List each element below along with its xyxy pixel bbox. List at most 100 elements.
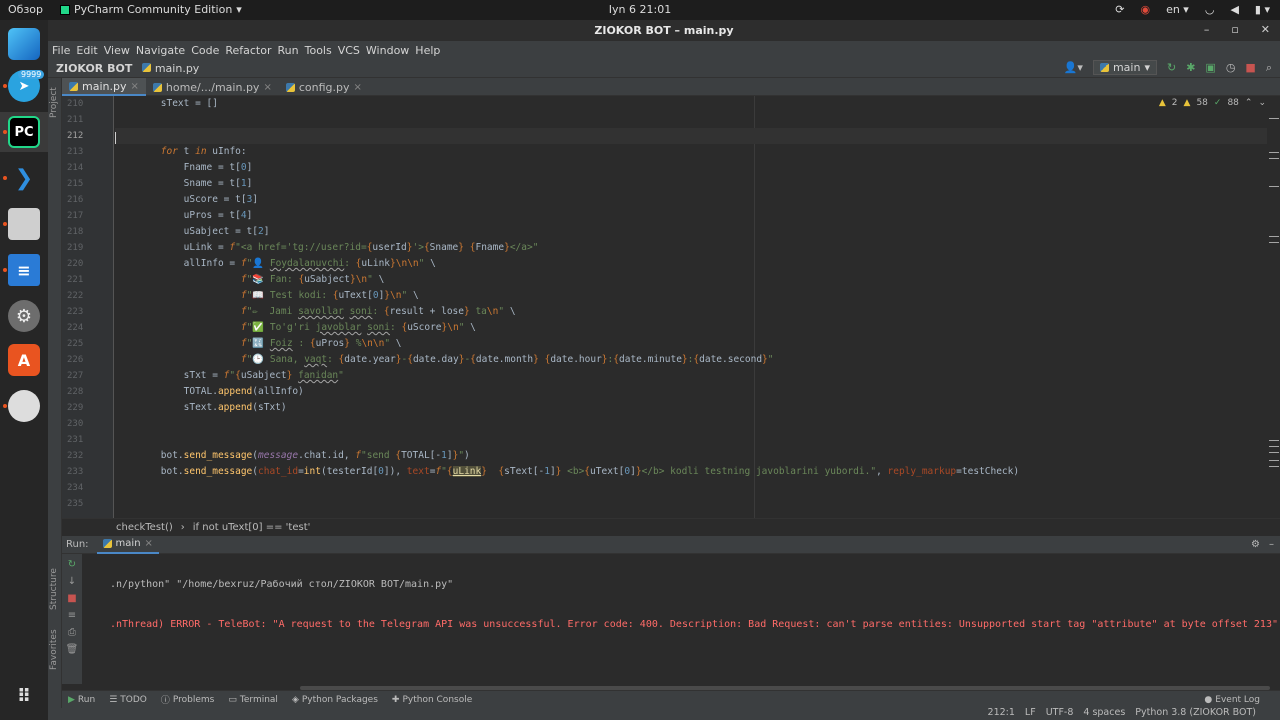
user-icon[interactable]: 👤▾ bbox=[1064, 61, 1083, 74]
project-tool-tab[interactable]: Project bbox=[49, 87, 59, 118]
battery-icon[interactable]: ▮ ▾ bbox=[1255, 3, 1270, 16]
favorites-tool-tab[interactable]: Favorites bbox=[49, 629, 59, 670]
tool-tab-python-packages[interactable]: ◈ Python Packages bbox=[292, 695, 378, 705]
menu-refactor[interactable]: Refactor bbox=[225, 44, 271, 57]
nav-project[interactable]: ZIOKOR BOT bbox=[56, 62, 132, 75]
menu-edit[interactable]: Edit bbox=[76, 44, 97, 57]
menu-help[interactable]: Help bbox=[415, 44, 440, 57]
menu-run[interactable]: Run bbox=[278, 44, 299, 57]
cube-app-icon[interactable] bbox=[8, 28, 40, 60]
structure-tool-tab[interactable]: Structure bbox=[49, 568, 59, 610]
run-tab-main[interactable]: main × bbox=[96, 536, 159, 554]
soft-wrap-icon[interactable]: ≡ bbox=[68, 609, 76, 623]
chevron-up-icon[interactable]: ⌃ bbox=[1245, 98, 1253, 108]
software-icon[interactable]: A bbox=[8, 344, 40, 376]
menu-code[interactable]: Code bbox=[191, 44, 219, 57]
rerun-icon[interactable]: ↻ bbox=[1167, 61, 1176, 74]
disc-icon[interactable] bbox=[8, 390, 40, 422]
stripe-marker[interactable] bbox=[1269, 158, 1279, 159]
breadcrumb-if[interactable]: if not uText[0] == 'test' bbox=[193, 522, 311, 533]
indent-setting[interactable]: 4 spaces bbox=[1083, 707, 1125, 718]
event-log-button[interactable]: ● Event Log bbox=[1204, 695, 1260, 705]
maximize-button[interactable]: ▫ bbox=[1231, 23, 1238, 36]
files-icon[interactable] bbox=[8, 208, 40, 240]
trash-icon[interactable]: 🗑 bbox=[66, 643, 79, 657]
stripe-marker[interactable] bbox=[1269, 242, 1279, 243]
sync-icon[interactable]: ⟳ bbox=[1115, 3, 1124, 16]
menu-vcs[interactable]: VCS bbox=[338, 44, 360, 57]
minimize-panel-icon[interactable]: – bbox=[1269, 539, 1274, 550]
pycharm-icon[interactable]: PC bbox=[8, 116, 40, 148]
menu-window[interactable]: Window bbox=[366, 44, 409, 57]
code-line: f"🔣 Foiz : {uPros} %\n\n" \ bbox=[240, 338, 402, 349]
tab-home-main-py[interactable]: home/.../main.py × bbox=[146, 78, 279, 96]
run-console[interactable]: .n/python" "/home/bexruz/Рабочий стол/ZI… bbox=[82, 554, 1280, 684]
stripe-marker[interactable] bbox=[1269, 460, 1279, 461]
coverage-icon[interactable]: ▣ bbox=[1205, 61, 1215, 74]
chevron-down-icon[interactable]: ⌄ bbox=[1258, 98, 1266, 108]
file-encoding[interactable]: UTF-8 bbox=[1046, 707, 1074, 718]
package-icon: ◈ bbox=[291, 694, 299, 705]
stripe-marker[interactable] bbox=[1269, 236, 1279, 237]
close-tab-icon[interactable]: × bbox=[353, 82, 361, 93]
stripe-marker[interactable] bbox=[1269, 186, 1279, 187]
caret-position[interactable]: 212:1 bbox=[988, 707, 1015, 718]
close-tab-icon[interactable]: × bbox=[130, 81, 138, 92]
tool-tab-terminal[interactable]: ▭ Terminal bbox=[228, 695, 278, 705]
language-indicator[interactable]: en ▾ bbox=[1166, 3, 1189, 16]
stripe-marker[interactable] bbox=[1269, 440, 1279, 441]
vscode-icon[interactable]: ❯ bbox=[8, 162, 40, 194]
stripe-marker[interactable] bbox=[1269, 118, 1279, 119]
tool-tab-python-console[interactable]: ✚ Python Console bbox=[392, 695, 472, 705]
code-editor[interactable]: sText = [] for t in uInfo: Fname = t[0] … bbox=[115, 96, 1267, 518]
stripe-marker[interactable] bbox=[1269, 446, 1279, 447]
down-arrow-icon[interactable]: ↓ bbox=[68, 575, 76, 589]
tool-tab-problems[interactable]: ⓘ Problems bbox=[160, 693, 215, 707]
profile-icon[interactable]: ◷ bbox=[1226, 61, 1236, 74]
chrome-icon[interactable]: ◉ bbox=[1140, 3, 1150, 16]
system-tray[interactable]: ⟳ ◉ en ▾ ◡ ◀ ▮ ▾ bbox=[1115, 3, 1270, 16]
menu-navigate[interactable]: Navigate bbox=[136, 44, 185, 57]
gear-icon[interactable]: ⚙ bbox=[1251, 539, 1260, 550]
info-icon: ⓘ bbox=[160, 696, 170, 706]
line-number-gutter[interactable]: 210 211 212 213 214 215 216 217 218 219 … bbox=[62, 96, 114, 518]
tab-main-py[interactable]: main.py × bbox=[62, 78, 146, 96]
activities-button[interactable]: Обзор bbox=[8, 3, 43, 16]
close-button[interactable]: ✕ bbox=[1261, 23, 1270, 36]
rerun-icon[interactable]: ↻ bbox=[68, 558, 76, 572]
writer-icon[interactable]: ≡ bbox=[8, 254, 40, 286]
tool-tab-todo[interactable]: ☰ TODO bbox=[109, 695, 147, 705]
debug-icon[interactable]: ✱ bbox=[1186, 61, 1195, 74]
app-menu[interactable]: PyCharm Community Edition ▾ bbox=[60, 3, 242, 16]
error-stripe[interactable] bbox=[1267, 96, 1280, 518]
menu-tools[interactable]: Tools bbox=[305, 44, 332, 57]
settings-icon[interactable]: ⚙ bbox=[8, 300, 40, 332]
tab-config-py[interactable]: config.py × bbox=[279, 78, 369, 96]
run-config-selector[interactable]: main ▾ bbox=[1092, 60, 1157, 75]
minimize-button[interactable]: – bbox=[1204, 23, 1210, 36]
stop-icon[interactable]: ■ bbox=[1245, 61, 1255, 74]
stop-icon[interactable]: ■ bbox=[67, 592, 76, 606]
volume-icon[interactable]: ◀ bbox=[1230, 3, 1238, 16]
show-apps-icon[interactable]: ⠿ bbox=[8, 680, 40, 712]
tool-tab-run[interactable]: ▶ Run bbox=[68, 695, 95, 705]
code-line: f"📚 Fan: {uSabject}\n" \ bbox=[240, 274, 385, 285]
wifi-icon[interactable]: ◡ bbox=[1205, 3, 1215, 16]
stripe-marker[interactable] bbox=[1269, 152, 1279, 153]
search-icon[interactable]: ⌕ bbox=[1266, 61, 1272, 75]
window-titlebar[interactable]: ZIOKOR BOT – main.py – ▫ ✕ bbox=[48, 20, 1280, 41]
stripe-marker[interactable] bbox=[1269, 452, 1279, 453]
menu-file[interactable]: File bbox=[52, 44, 70, 57]
close-tab-icon[interactable]: × bbox=[145, 538, 153, 549]
close-tab-icon[interactable]: × bbox=[263, 82, 271, 93]
python-interpreter[interactable]: Python 3.8 (ZIOKOR BOT) bbox=[1135, 707, 1256, 718]
breadcrumb-function[interactable]: checkTest() bbox=[116, 522, 173, 533]
nav-file[interactable]: main.py bbox=[142, 62, 199, 75]
stripe-marker[interactable] bbox=[1269, 466, 1279, 467]
inspection-widget[interactable]: ▲ 2 ▲ 58 ✓ 88 ⌃ ⌄ bbox=[1159, 98, 1266, 108]
menu-view[interactable]: View bbox=[104, 44, 130, 57]
line-separator[interactable]: LF bbox=[1025, 707, 1036, 718]
print-icon[interactable]: ⎙ bbox=[68, 626, 76, 640]
line-number: 213 bbox=[67, 147, 84, 157]
